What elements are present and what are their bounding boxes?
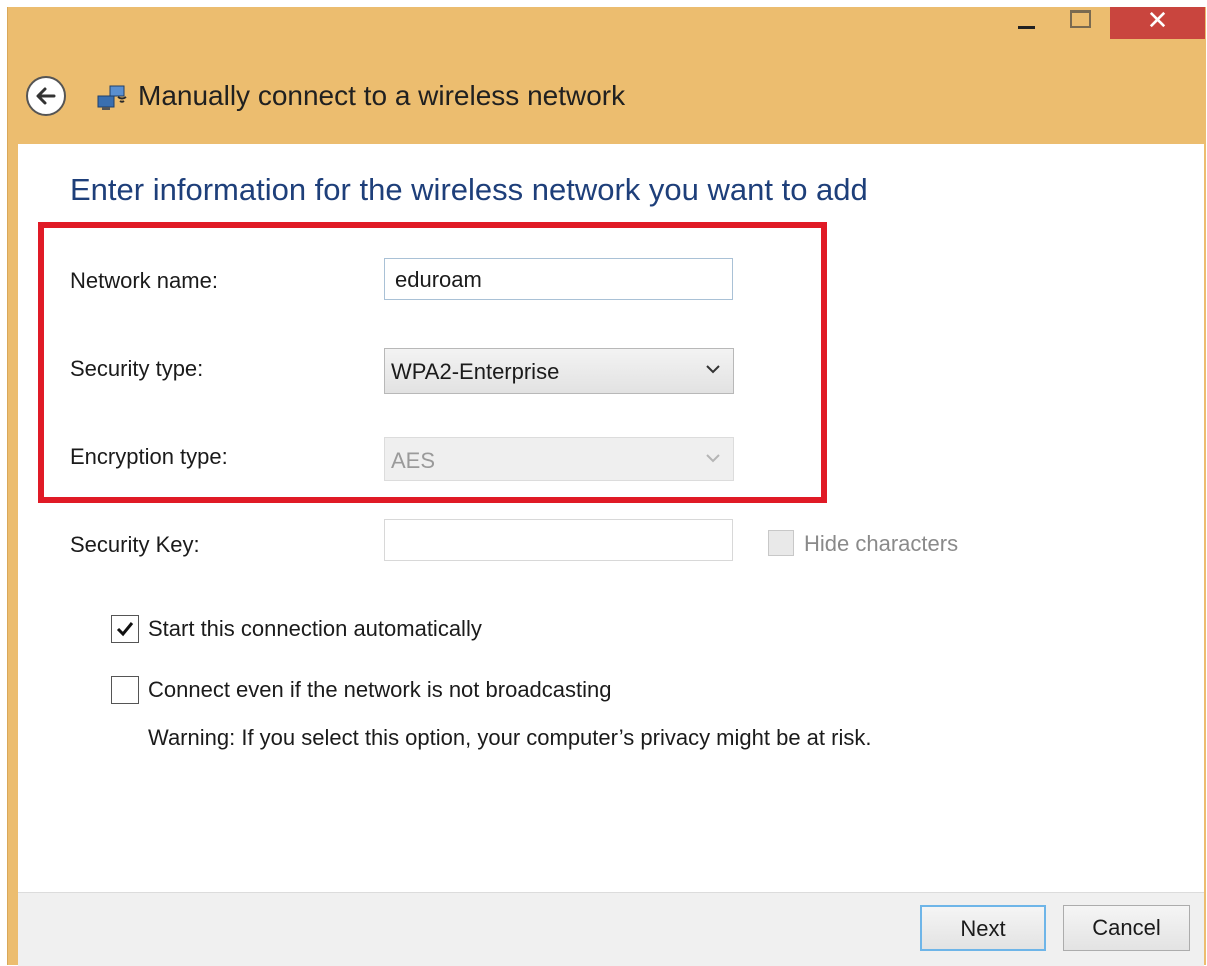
security-type-select[interactable]: WPA2-Enterprise: [384, 348, 734, 394]
hide-characters-checkbox[interactable]: [768, 530, 794, 556]
hide-characters-label: Hide characters: [804, 531, 959, 556]
start-automatically-checkbox[interactable]: [111, 615, 139, 643]
screen-top-strip: [0, 0, 1207, 7]
encryption-type-select[interactable]: AES: [384, 437, 734, 481]
page-heading: Enter information for the wireless netwo…: [70, 172, 868, 207]
security-type-label: Security type:: [70, 356, 204, 381]
security-key-input[interactable]: [384, 519, 733, 561]
network-name-label: Network name:: [70, 268, 218, 293]
back-button[interactable]: [26, 76, 66, 116]
connect-not-broadcasting-label: Connect even if the network is not broad…: [148, 677, 612, 702]
security-key-label: Security Key:: [70, 532, 200, 557]
back-arrow-icon: [36, 87, 56, 105]
wireless-network-icon: [97, 85, 127, 110]
close-button[interactable]: ✕: [1110, 7, 1205, 39]
encryption-type-value: AES: [391, 448, 436, 473]
next-button[interactable]: Next: [920, 905, 1046, 951]
cancel-button[interactable]: Cancel: [1063, 905, 1190, 951]
close-icon: ✕: [1146, 5, 1169, 35]
privacy-warning: Warning: If you select this option, your…: [148, 725, 872, 750]
window-title: Manually connect to a wireless network: [138, 80, 626, 111]
maximize-icon[interactable]: [1060, 7, 1106, 39]
network-name-input[interactable]: eduroam: [384, 258, 733, 300]
connect-not-broadcasting-checkbox[interactable]: [111, 676, 139, 704]
chevron-down-icon: [706, 454, 720, 463]
security-type-value: WPA2-Enterprise: [391, 359, 560, 384]
chevron-down-icon: [706, 365, 720, 374]
encryption-type-label: Encryption type:: [70, 444, 228, 469]
minimize-icon[interactable]: [1010, 7, 1056, 39]
checkmark-icon: [116, 622, 134, 637]
start-automatically-label: Start this connection automatically: [148, 616, 482, 641]
